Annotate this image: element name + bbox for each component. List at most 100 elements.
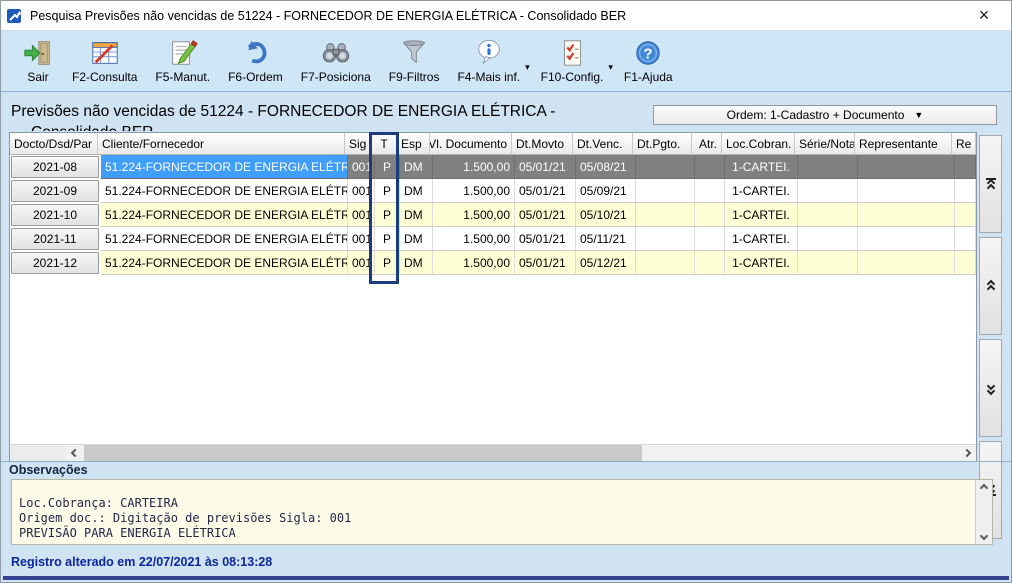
cell-representante[interactable] <box>858 179 955 203</box>
column-header-t[interactable]: T <box>372 133 397 155</box>
cell-sig[interactable]: 001 <box>348 203 375 227</box>
cell-serie-nota[interactable] <box>798 203 858 227</box>
close-button[interactable]: × <box>963 1 1005 31</box>
cell-re[interactable] <box>955 203 976 227</box>
cell-loc-cobran[interactable]: 1-CARTEI. <box>725 179 798 203</box>
column-header-re[interactable]: Re <box>952 133 976 155</box>
cell-dt-movto[interactable]: 05/01/21 <box>515 179 576 203</box>
config-button[interactable]: F10-Config. <box>532 36 613 85</box>
cell-re[interactable] <box>955 155 976 179</box>
cell-serie-nota[interactable] <box>798 155 858 179</box>
column-header-dt-pgto[interactable]: Dt.Pgto. <box>633 133 692 155</box>
cell-representante[interactable] <box>858 251 955 275</box>
posiciona-button[interactable]: F7-Posiciona <box>292 36 380 85</box>
cell-sig[interactable]: 001 <box>348 155 375 179</box>
row-header-button[interactable]: 2021-08 <box>11 156 99 178</box>
cell-representante[interactable] <box>858 155 955 179</box>
cell-vl-documento[interactable]: 1.500,00 <box>433 155 515 179</box>
cell-cliente[interactable]: 51.224-FORNECEDOR DE ENERGIA ELÉTRICA <box>101 203 348 227</box>
horizontal-scrollbar-thumb[interactable] <box>84 445 642 461</box>
ajuda-button[interactable]: ? F1-Ajuda <box>615 36 682 85</box>
cell-atr[interactable] <box>695 227 725 251</box>
page-down-button[interactable] <box>979 339 1002 437</box>
observacoes-scrollbar[interactable] <box>975 480 992 544</box>
order-dropdown-button[interactable]: Ordem: 1-Cadastro + Documento ▼ <box>653 105 997 125</box>
cell-cliente[interactable]: 51.224-FORNECEDOR DE ENERGIA ELÉTRICA <box>101 251 348 275</box>
ordem-button[interactable]: F6-Ordem <box>219 36 292 85</box>
cell-representante[interactable] <box>858 227 955 251</box>
table-row[interactable]: 2021-10 51.224-FORNECEDOR DE ENERGIA ELÉ… <box>10 203 976 227</box>
row-header-button[interactable]: 2021-09 <box>11 180 99 202</box>
cell-atr[interactable] <box>695 155 725 179</box>
observacoes-text[interactable]: Loc.Cobrança: CARTEIRA Origem doc.: Digi… <box>12 480 975 544</box>
cell-atr[interactable] <box>695 251 725 275</box>
cell-vl-documento[interactable]: 1.500,00 <box>433 251 515 275</box>
cell-dt-venc[interactable]: 05/10/21 <box>576 203 636 227</box>
filtros-button[interactable]: F9-Filtros <box>380 36 449 85</box>
cell-esp[interactable]: DM <box>400 251 433 275</box>
cell-t[interactable]: P <box>375 251 400 275</box>
cell-esp[interactable]: DM <box>400 203 433 227</box>
mais-info-button[interactable]: F4-Mais inf. <box>448 36 529 85</box>
table-row[interactable]: 2021-08 51.224-FORNECEDOR DE ENERGIA ELÉ… <box>10 155 976 179</box>
cell-dt-venc[interactable]: 05/11/21 <box>576 227 636 251</box>
cell-esp[interactable]: DM <box>400 155 433 179</box>
cell-dt-movto[interactable]: 05/01/21 <box>515 227 576 251</box>
row-header-button[interactable]: 2021-10 <box>11 204 99 226</box>
cell-t[interactable]: P <box>375 155 400 179</box>
consulta-button[interactable]: F2-Consulta <box>63 36 146 85</box>
column-header-dt-movto[interactable]: Dt.Movto <box>512 133 573 155</box>
cell-dt-pgto[interactable] <box>636 179 695 203</box>
cell-dt-pgto[interactable] <box>636 227 695 251</box>
cell-loc-cobran[interactable]: 1-CARTEI. <box>725 155 798 179</box>
cell-dt-movto[interactable]: 05/01/21 <box>515 251 576 275</box>
column-header-loc-cobran[interactable]: Loc.Cobran. <box>722 133 795 155</box>
cell-t[interactable]: P <box>375 227 400 251</box>
cell-dt-pgto[interactable] <box>636 203 695 227</box>
cell-dt-venc[interactable]: 05/08/21 <box>576 155 636 179</box>
scroll-down-icon[interactable] <box>980 532 988 540</box>
cell-vl-documento[interactable]: 1.500,00 <box>433 203 515 227</box>
cell-loc-cobran[interactable]: 1-CARTEI. <box>725 203 798 227</box>
cell-dt-movto[interactable]: 05/01/21 <box>515 203 576 227</box>
cell-re[interactable] <box>955 251 976 275</box>
row-header-button[interactable]: 2021-11 <box>11 228 99 250</box>
cell-representante[interactable] <box>858 203 955 227</box>
cell-dt-movto[interactable]: 05/01/21 <box>515 155 576 179</box>
cell-cliente[interactable]: 51.224-FORNECEDOR DE ENERGIA ELÉTRICA <box>101 227 348 251</box>
cell-re[interactable] <box>955 227 976 251</box>
cell-dt-venc[interactable]: 05/12/21 <box>576 251 636 275</box>
cell-atr[interactable] <box>695 179 725 203</box>
cell-serie-nota[interactable] <box>798 227 858 251</box>
column-header-atr[interactable]: Atr. <box>692 133 722 155</box>
first-record-button[interactable] <box>979 135 1002 233</box>
page-up-button[interactable] <box>979 237 1002 335</box>
cell-esp[interactable]: DM <box>400 179 433 203</box>
column-header-docto[interactable]: Docto/Dsd/Par <box>10 133 98 155</box>
manutencao-button[interactable]: F5-Manut. <box>146 36 219 85</box>
column-header-vl-documento[interactable]: Vl. Documento <box>430 133 512 155</box>
column-header-cliente[interactable]: Cliente/Fornecedor <box>98 133 345 155</box>
cell-t[interactable]: P <box>375 203 400 227</box>
exit-button[interactable]: Sair <box>13 36 63 85</box>
cell-vl-documento[interactable]: 1.500,00 <box>433 227 515 251</box>
cell-dt-pgto[interactable] <box>636 155 695 179</box>
column-header-dt-venc[interactable]: Dt.Venc. <box>573 133 633 155</box>
cell-cliente[interactable]: 51.224-FORNECEDOR DE ENERGIA ELÉTRICA <box>101 179 348 203</box>
cell-dt-venc[interactable]: 05/09/21 <box>576 179 636 203</box>
cell-serie-nota[interactable] <box>798 179 858 203</box>
horizontal-scrollbar[interactable] <box>10 444 976 461</box>
column-header-esp[interactable]: Esp <box>397 133 430 155</box>
cell-esp[interactable]: DM <box>400 227 433 251</box>
cell-dt-pgto[interactable] <box>636 251 695 275</box>
column-header-representante[interactable]: Representante <box>855 133 952 155</box>
scroll-left-icon[interactable] <box>66 445 84 461</box>
mais-info-dropdown-icon[interactable]: ▾ <box>525 62 530 73</box>
table-row[interactable]: 2021-09 51.224-FORNECEDOR DE ENERGIA ELÉ… <box>10 179 976 203</box>
scroll-up-icon[interactable] <box>980 484 988 492</box>
cell-sig[interactable]: 001 <box>348 179 375 203</box>
cell-loc-cobran[interactable]: 1-CARTEI. <box>725 251 798 275</box>
column-header-sig[interactable]: Sig <box>345 133 372 155</box>
cell-sig[interactable]: 001 <box>348 227 375 251</box>
row-header-button[interactable]: 2021-12 <box>11 252 99 274</box>
